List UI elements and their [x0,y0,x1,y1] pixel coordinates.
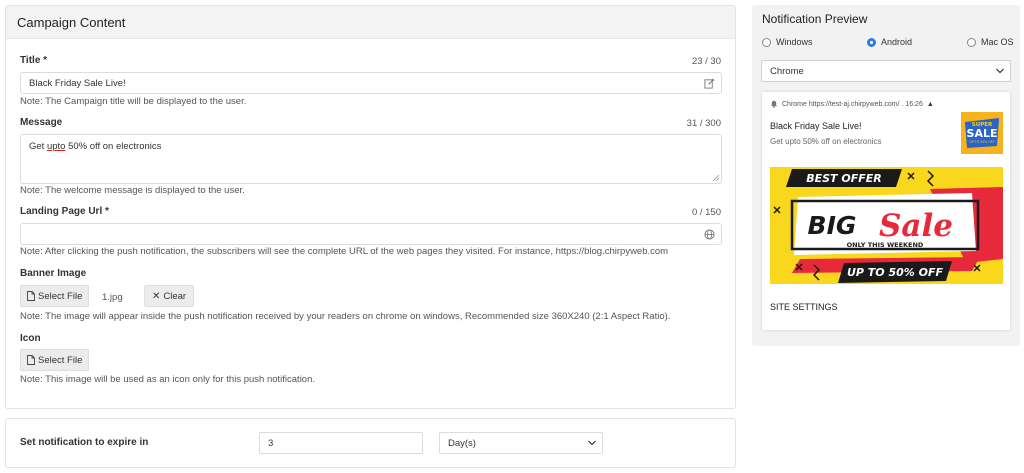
notification-preview-panel: Notification Preview Windows Android Mac… [752,5,1020,346]
message-note: Note: The welcome message is displayed t… [20,185,245,196]
banner-image-note: Note: The image will appear inside the p… [20,311,671,322]
icon-label: Icon [20,333,41,344]
notification-banner-image: BEST OFFER BIG Sale ONLY THIS WEEKEND UP… [770,167,1003,284]
banner-text-up-to: UP TO 50% OFF [847,266,944,279]
icon-text-offer: UP TO 50% OFF [969,140,994,144]
site-settings-button[interactable]: SITE SETTINGS [770,302,838,312]
landing-url-note: Note: After clicking the push notificati… [20,246,669,257]
icon-text-sale: SALE [967,127,998,140]
globe-icon [703,228,715,240]
message-label: Message [20,117,63,128]
banner-text-weekend: ONLY THIS WEEKEND [847,241,924,249]
notification-title: Black Friday Sale Live! [770,121,862,131]
radio-selected-icon [867,37,876,47]
caret-up-icon[interactable]: ▲ [927,101,934,108]
campaign-content-header: Campaign Content [6,6,735,39]
expire-label: Set notification to expire in [20,437,149,448]
radio-icon [967,37,976,47]
edit-icon[interactable] [703,77,715,89]
campaign-content-card: Campaign Content Title * 23 / 30 Black F… [5,5,736,409]
title-input[interactable]: Black Friday Sale Live! [20,72,722,94]
radio-icon [762,37,771,47]
notification-card: Chrome https://test-aj.chirpyweb.com/ . … [762,92,1010,330]
notification-message: Get upto 50% off on electronics [770,137,882,146]
title-note: Note: The Campaign title will be display… [20,96,247,107]
file-icon [27,355,35,365]
icon-select-file-button[interactable]: Select File [20,349,90,371]
browser-select[interactable]: Chrome [761,60,1011,82]
file-icon [27,291,35,301]
expire-card: Set notification to expire in 3 Day(s) [5,418,736,468]
title-label: Title * [20,55,48,66]
banner-text-best-offer: BEST OFFER [806,172,882,185]
expire-value-input[interactable]: 3 [259,432,423,454]
expire-unit-select[interactable]: Day(s) [439,432,603,454]
title-counter: 23 / 30 [691,56,721,67]
close-icon: ✕ [152,290,161,302]
banner-select-file-button[interactable]: Select File [20,285,90,307]
resize-handle-icon[interactable] [712,174,719,181]
title-input-value: Black Friday Sale Live! [29,77,126,89]
banner-text-big: BIG [808,211,857,240]
landing-url-label: Landing Page Url * [20,206,109,217]
os-radio-macos[interactable]: Mac OS [967,37,1014,47]
message-textarea-value: Get upto 50% off on electronics [29,141,162,152]
banner-image-label: Banner Image [20,268,87,279]
os-radio-android[interactable]: Android [867,37,912,47]
os-radio-windows[interactable]: Windows [762,37,813,47]
chevron-down-icon [996,67,1004,76]
message-counter: 31 / 300 [686,118,721,129]
notification-icon-image: SUPER SALE UP TO 50% OFF [961,112,1003,154]
banner-clear-button[interactable]: ✕ Clear [144,285,195,307]
chrome-bell-icon [771,100,777,108]
banner-text-sale: Sale [879,208,953,244]
landing-url-input[interactable] [20,223,722,245]
preview-title: Notification Preview [762,12,868,26]
message-textarea[interactable]: Get upto 50% off on electronics [20,134,722,184]
icon-note: Note: This image will be used as an icon… [20,374,316,385]
chevron-down-icon [588,439,596,448]
notification-header: Chrome https://test-aj.chirpyweb.com/ . … [770,100,934,108]
landing-url-counter: 0 / 150 [691,207,721,218]
banner-filename: 1.jpg [102,292,123,303]
